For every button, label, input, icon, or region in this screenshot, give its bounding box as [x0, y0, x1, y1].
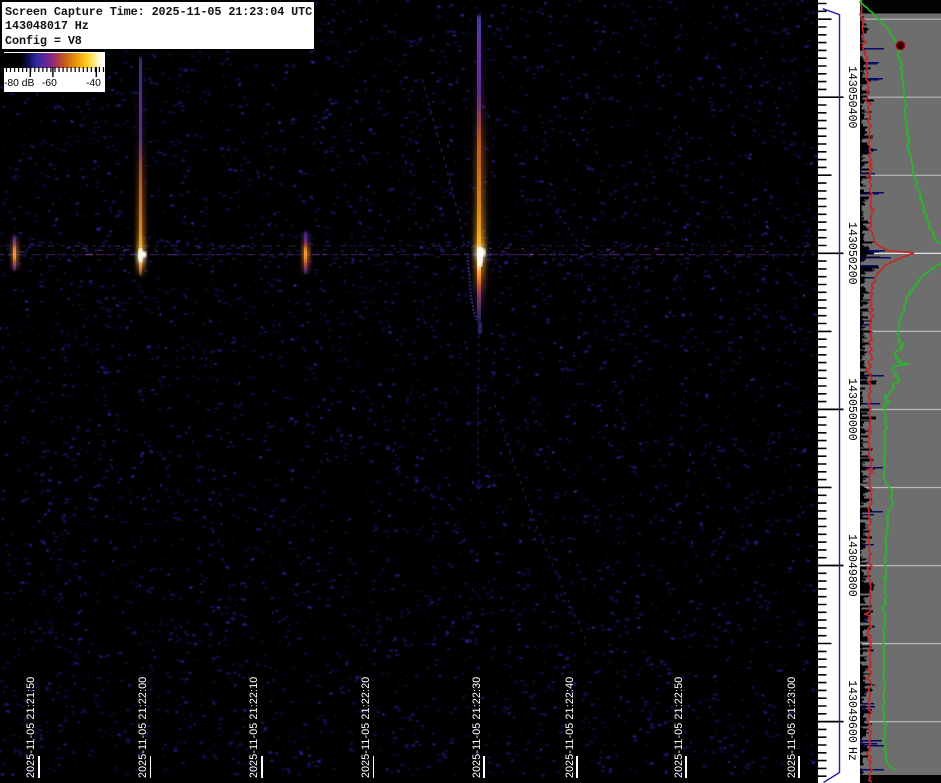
svg-text:143050200: 143050200 — [845, 222, 858, 285]
svg-text:143050400: 143050400 — [845, 66, 858, 129]
svg-text:143050000: 143050000 — [845, 378, 858, 441]
svg-text:143049800: 143049800 — [845, 534, 858, 597]
svg-text:143049600: 143049600 — [845, 680, 858, 743]
svg-text:Hz: Hz — [845, 747, 858, 761]
